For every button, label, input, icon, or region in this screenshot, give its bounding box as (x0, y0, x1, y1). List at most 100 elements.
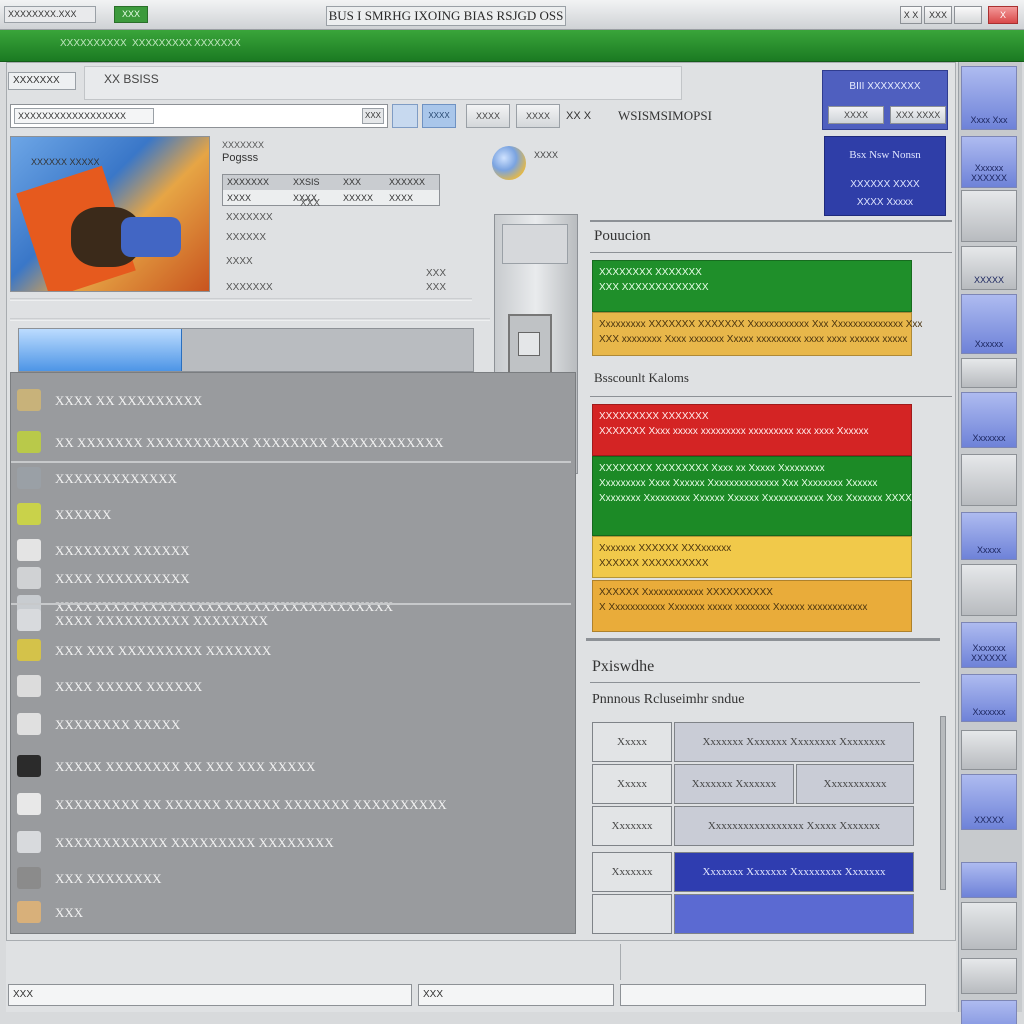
list-item[interactable]: XXXX XXXXXXXXXX (11, 563, 571, 593)
globe-icon[interactable] (492, 146, 526, 180)
info-card[interactable]: XXXXXXXXX XXXXXXX XXXXXXX Xxxx xxxxx xxxx… (592, 404, 912, 456)
status-field-left: XXX (8, 984, 412, 1006)
account-button-b[interactable]: XXX XXXX (890, 106, 946, 124)
table-cell[interactable]: Xxxxxxx Xxxxxxx Xxxxxxxxx Xxxxxxx (674, 852, 914, 892)
sidebar-item[interactable]: XXXXX (961, 246, 1017, 290)
product-right-label: XXX (300, 198, 321, 209)
sidebar-item[interactable] (961, 190, 1017, 242)
toolbar-button-a[interactable]: XXXX (466, 104, 510, 128)
product-image[interactable]: XXXXXX XXXXX (10, 136, 210, 292)
printer-icon (17, 609, 41, 631)
table-cell (592, 894, 672, 934)
account-button-a[interactable]: XXXX (828, 106, 884, 124)
sidebar-item[interactable]: Xxxxxxx (961, 674, 1017, 722)
list-item[interactable]: XXX XXX XXXXXXXXX XXXXXXX (11, 635, 571, 665)
list-item[interactable]: XXXXXXXX XXXXXX (11, 535, 571, 565)
table-cell[interactable]: Xxxxxxxxxxx (796, 764, 914, 804)
sidebar-item-label: Xxxxx (976, 545, 1001, 555)
divider (10, 298, 472, 301)
divider (590, 396, 952, 397)
promo-line: XXXX Xxxxx (856, 197, 914, 208)
search-button[interactable]: XXXX (422, 104, 456, 128)
list-item-label: XXX XXXXXXXX (55, 871, 162, 886)
ribbon-item[interactable]: XXXXXXXXXX (60, 38, 127, 49)
info-card[interactable]: XXXXXXXX XXXXXXXX Xxxx xx Xxxxx Xxxxxxxx… (592, 456, 912, 536)
globe-label: XXXX (534, 150, 559, 160)
toolbar-button-b[interactable]: XXXX (516, 104, 560, 128)
sidebar-item[interactable]: XXXXX (961, 774, 1017, 830)
info-card[interactable]: XXXXXXXX XXXXXXX XXX XXXXXXXXXXXXX (592, 260, 912, 312)
info-card[interactable]: Xxxxxxxxx XXXXXXX XXXXXXX Xxxxxxxxxxxx X… (592, 312, 922, 356)
card-line: Xxxxxxxx Xxxxxxxxx Xxxxxx Xxxxxx Xxxxxxx… (599, 493, 912, 504)
list-item-label: XXXX XXXXXXXXXX XXXXXXXX (55, 613, 269, 628)
ribbon-item[interactable]: XXXXXXX (194, 38, 241, 49)
list-item[interactable]: XXXXXX (11, 499, 571, 529)
sidebar-item[interactable]: Xxxxxx (961, 294, 1017, 354)
sidebar-item[interactable] (961, 454, 1017, 506)
divider (590, 220, 952, 222)
car-icon (17, 639, 41, 661)
sidebar-item[interactable]: Xxxxxxx (961, 392, 1017, 448)
maximize-button[interactable]: XXX (924, 6, 952, 24)
sidebar-item[interactable]: Xxxxxxx XXXXXX (961, 622, 1017, 668)
sidebar-item[interactable]: Xxxxx (961, 512, 1017, 560)
list-item[interactable]: XXX XXXXXXXX (11, 863, 571, 893)
tab-status[interactable]: XX BSISS (104, 72, 159, 86)
promo-box[interactable]: Bsx Nsw Nonsn XXXXXX XXXX XXXX Xxxxx (824, 136, 946, 216)
table-cell: Xxxxx (592, 722, 672, 762)
sidebar-item[interactable] (961, 358, 1017, 388)
go-button[interactable] (392, 104, 418, 128)
gear-icon (17, 389, 41, 411)
list-item[interactable]: XXXXXXXXXXXXX (11, 463, 571, 493)
info-card[interactable]: Xxxxxxx XXXXXX XXXxxxxxx XXXXXX XXXXXXXXX… (592, 536, 912, 578)
table-cell[interactable]: Xxxxxxx Xxxxxxx Xxxxxxxx Xxxxxxxx (674, 722, 914, 762)
sidebar-item[interactable] (961, 958, 1017, 994)
status-field-right (620, 984, 926, 1006)
address-tag: XXX (362, 108, 384, 124)
table-cell[interactable]: Xxxxxxx Xxxxxxx (674, 764, 794, 804)
folder-icon (17, 467, 41, 489)
sidebar-item-label: XXXXX (973, 815, 1004, 825)
list-item[interactable]: XXXXXXXX XXXXX (11, 709, 571, 739)
promo-line: XXXXXX XXXX (850, 179, 920, 190)
list-item[interactable]: XX XXXXXXX XXXXXXXXXXX XXXXXXXX XXXXXXXX… (11, 427, 571, 457)
sidebar-item[interactable]: Xxxx Xxx (961, 66, 1017, 130)
list-item-label: XXXXXXXX XXXXX (55, 717, 181, 732)
product-detail: XXXXXX (226, 232, 267, 243)
list-item[interactable]: XXXX XX XXXXXXXXX (11, 385, 571, 415)
table-cell[interactable]: Xxxxxxxxxxxxxxxxx Xxxxx Xxxxxxx (674, 806, 914, 846)
list-item[interactable]: XXX (11, 897, 571, 927)
close-button[interactable]: X (988, 6, 1018, 24)
list-item[interactable]: XXXXXXXXX XX XXXXXX XXXXXX XXXXXXX XXXXX… (11, 789, 571, 819)
table-cell[interactable] (674, 894, 914, 934)
list-item-label: XXXXXX (55, 507, 112, 522)
sidebar-item[interactable]: XXXXX (961, 1000, 1017, 1024)
sidebar-item[interactable] (961, 902, 1017, 950)
list-item-label: XXXXXXXXX XX XXXXXX XXXXXX XXXXXXX XXXXX… (55, 797, 447, 812)
card-line: XXXXXX Xxxxxxxxxxxx XXXXXXXXXX (599, 587, 773, 598)
sidebar-item[interactable] (961, 862, 1017, 898)
card-line: Xxxxxxxxx XXXXXXX XXXXXXX Xxxxxxxxxxxx X… (599, 319, 923, 330)
list-item[interactable]: XXXX XXXXXXXXXX XXXXXXXX (11, 605, 571, 635)
scrollbar[interactable] (940, 716, 946, 890)
chip-icon (17, 567, 41, 589)
list-item-label: XXX (55, 905, 84, 920)
divider (10, 318, 490, 321)
ribbon-item[interactable]: XXXXXXXXX (132, 38, 192, 49)
sidebar-item[interactable] (961, 564, 1017, 616)
divider (590, 252, 952, 253)
info-card[interactable]: XXXXXX Xxxxxxxxxxxx XXXXXXXXXX X Xxxxxxxx… (592, 580, 912, 632)
app-tag: XXX (114, 6, 148, 23)
minimize-button[interactable]: X X (900, 6, 922, 24)
restore-button[interactable] (954, 6, 982, 24)
list-item[interactable]: XXXXX XXXXXXXX XX XXX XXX XXXXX (11, 751, 571, 781)
monitor-icon (17, 867, 41, 889)
sidebar-item[interactable] (961, 730, 1017, 770)
divider (11, 603, 571, 605)
divider (620, 944, 621, 980)
spec-cell: XXXX (227, 193, 252, 203)
sidebar-item[interactable]: Xxxxxx XXXXXX (961, 136, 1017, 188)
tab-home[interactable]: XXXXXXX (8, 72, 76, 90)
list-item[interactable]: XXXXXXXXXXXX XXXXXXXXX XXXXXXXX (11, 827, 571, 857)
list-item[interactable]: XXXX XXXXX XXXXXX (11, 671, 571, 701)
